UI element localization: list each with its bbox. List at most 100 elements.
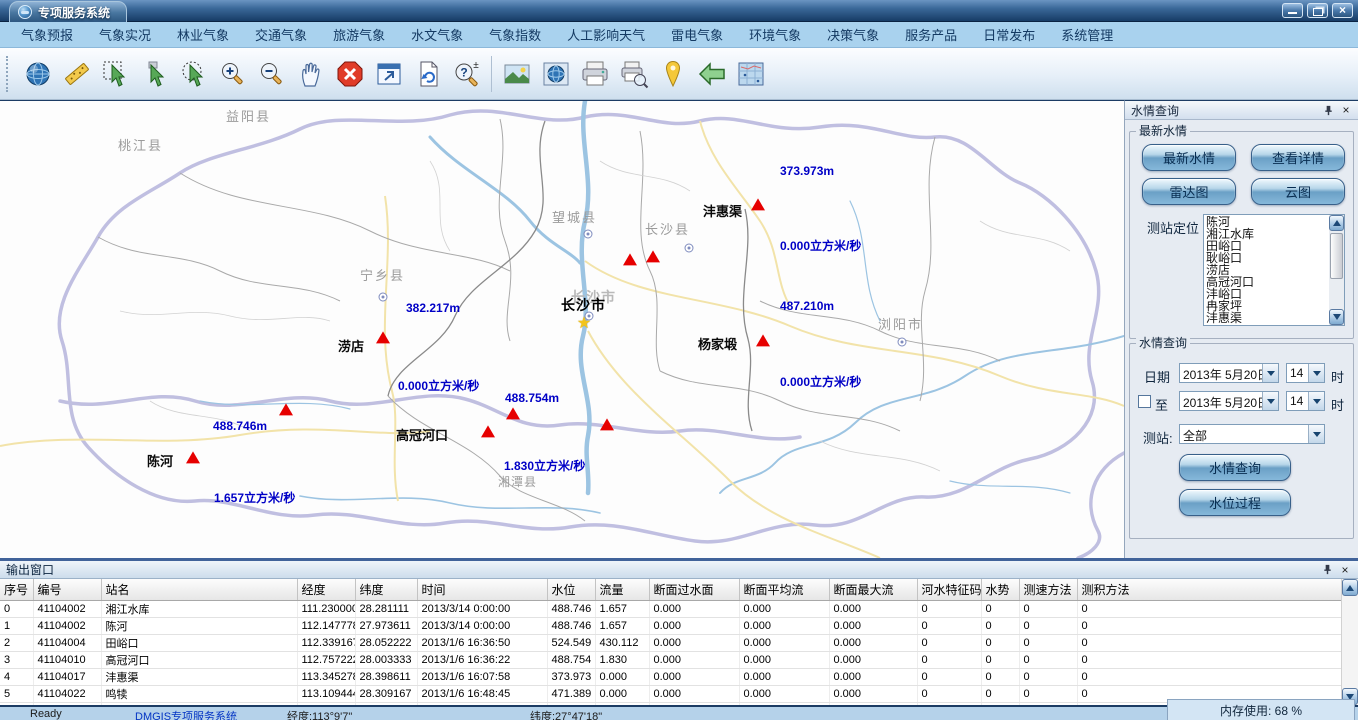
globe-window-icon[interactable] <box>536 54 575 94</box>
scroll-down-button[interactable] <box>1329 309 1344 325</box>
print-preview-icon[interactable] <box>614 54 653 94</box>
menu-item-14[interactable]: 系统管理 <box>1048 25 1126 44</box>
listbox-scrollbar[interactable] <box>1329 215 1344 325</box>
hour-from-picker[interactable]: 14 <box>1286 363 1325 383</box>
column-header[interactable]: 河水特征码 <box>917 579 981 600</box>
water-level-process-button[interactable]: 水位过程 <box>1179 489 1291 516</box>
station-marker-icon <box>506 407 520 419</box>
dropdown-arrow-icon[interactable] <box>1308 425 1324 443</box>
measure-icon[interactable] <box>57 54 96 94</box>
table-cell: 0.000 <box>829 668 917 685</box>
toolbar-grip[interactable] <box>6 56 12 92</box>
column-header[interactable]: 水势 <box>981 579 1019 600</box>
radar-chart-button[interactable]: 雷达图 <box>1142 178 1236 205</box>
menu-item-13[interactable]: 日常发布 <box>970 25 1048 44</box>
stop-icon[interactable] <box>330 54 369 94</box>
latest-water-button[interactable]: 最新水情 <box>1142 144 1236 171</box>
column-header[interactable]: 断面最大流 <box>829 579 917 600</box>
column-header[interactable]: 流量 <box>595 579 649 600</box>
output-window: 输出窗口 × 序号编号站名经度纬度时间水位流量断面过水面断面平均流断面最大流河水… <box>0 558 1358 705</box>
station-listbox[interactable]: 陈河湘江水库田峪口耿峪口涝店高冠河口沣峪口冉家坪沣惠渠 <box>1203 214 1345 326</box>
menu-item-1[interactable]: 气象预报 <box>8 25 86 44</box>
cloud-image-button[interactable]: 云图 <box>1251 178 1345 205</box>
close-button[interactable] <box>1332 3 1353 18</box>
column-header[interactable]: 断面平均流 <box>739 579 829 600</box>
column-header[interactable]: 经度 <box>297 579 355 600</box>
select-arrow-icon[interactable] <box>135 54 174 94</box>
column-header[interactable]: 水位 <box>547 579 595 600</box>
globe-icon[interactable] <box>18 54 57 94</box>
menu-item-2[interactable]: 气象实况 <box>86 25 164 44</box>
star-marker-icon: ★ <box>577 313 591 333</box>
column-header[interactable]: 序号 <box>0 579 33 600</box>
dropdown-arrow-icon[interactable] <box>1308 364 1324 382</box>
view-details-button[interactable]: 查看详情 <box>1251 144 1345 171</box>
refresh-icon[interactable] <box>408 54 447 94</box>
table-cell: 0 <box>981 668 1019 685</box>
menu-item-11[interactable]: 决策气象 <box>814 25 892 44</box>
menu-item-4[interactable]: 交通气象 <box>242 25 320 44</box>
table-cell: 0 <box>1019 600 1077 617</box>
table-row[interactable]: 141104002陈河112.14777827.9736112013/3/14 … <box>0 617 1341 634</box>
close-icon[interactable]: × <box>1338 563 1352 577</box>
table-cell: 0 <box>1077 617 1341 634</box>
column-header[interactable]: 编号 <box>33 579 101 600</box>
table-cell: 1.657 <box>595 600 649 617</box>
dropdown-arrow-icon[interactable] <box>1262 364 1278 382</box>
dropdown-arrow-icon[interactable] <box>1262 392 1278 410</box>
zoom-in-icon[interactable] <box>213 54 252 94</box>
menu-item-7[interactable]: 气象指数 <box>476 25 554 44</box>
column-header[interactable]: 测速方法 <box>1019 579 1077 600</box>
pin-icon[interactable] <box>1321 103 1335 117</box>
station-label: 陈河 <box>147 451 173 470</box>
water-query-button[interactable]: 水情查询 <box>1179 454 1291 481</box>
scroll-up-button[interactable] <box>1329 215 1344 231</box>
measurement-label: 0.000立方米/秒 <box>780 373 861 390</box>
print-icon[interactable] <box>575 54 614 94</box>
date-to-picker[interactable]: 2013年 5月20日 <box>1179 391 1279 411</box>
column-header[interactable]: 时间 <box>417 579 547 600</box>
menu-item-8[interactable]: 人工影响天气 <box>554 25 658 44</box>
close-icon[interactable]: × <box>1339 103 1353 117</box>
minimize-button[interactable] <box>1282 3 1303 18</box>
measurement-label: 1.657立方米/秒 <box>214 489 295 506</box>
menu-item-6[interactable]: 水文气象 <box>398 25 476 44</box>
column-header[interactable]: 纬度 <box>355 579 417 600</box>
list-item[interactable]: 沣惠渠 <box>1206 312 1328 324</box>
table-row[interactable]: 541104022鸣犊113.10944428.3091672013/1/6 1… <box>0 685 1341 702</box>
date-from-picker[interactable]: 2013年 5月20日 <box>1179 363 1279 383</box>
menu-item-9[interactable]: 雷电气象 <box>658 25 736 44</box>
column-header[interactable]: 站名 <box>101 579 297 600</box>
to-date-checkbox[interactable] <box>1138 395 1151 408</box>
menu-item-10[interactable]: 环境气象 <box>736 25 814 44</box>
select-circle-icon[interactable] <box>174 54 213 94</box>
restore-button[interactable] <box>1307 3 1328 18</box>
zoom-out-icon[interactable] <box>252 54 291 94</box>
table-scrollbar[interactable] <box>1341 579 1358 705</box>
image-icon[interactable] <box>497 54 536 94</box>
overview-map-icon[interactable] <box>731 54 770 94</box>
station-select[interactable]: 全部 <box>1179 424 1325 444</box>
pan-icon[interactable] <box>291 54 330 94</box>
table-row[interactable]: 341104010高冠河口112.75722228.0033332013/1/6… <box>0 651 1341 668</box>
window-resize-icon[interactable] <box>369 54 408 94</box>
identify-icon[interactable]: ?± <box>447 54 486 94</box>
scrollbar-thumb[interactable] <box>1330 233 1343 279</box>
back-icon[interactable] <box>692 54 731 94</box>
map-canvas[interactable]: 益阳县桃江县宁乡县望城县长沙县浏阳市湘潭县长沙市长沙市沣惠渠涝店杨家塅高冠河口陈… <box>0 100 1124 558</box>
column-header[interactable]: 断面过水面 <box>649 579 739 600</box>
select-area-icon[interactable] <box>96 54 135 94</box>
location-pin-icon[interactable] <box>653 54 692 94</box>
column-header[interactable]: 测积方法 <box>1077 579 1341 600</box>
scroll-up-button[interactable] <box>1342 579 1358 596</box>
table-row[interactable]: 241104004田峪口112.33916728.0522222013/1/6 … <box>0 634 1341 651</box>
table-row[interactable]: 041104002湘江水库111.23000028.2811112013/3/1… <box>0 600 1341 617</box>
menu-item-12[interactable]: 服务产品 <box>892 25 970 44</box>
menu-item-5[interactable]: 旅游气象 <box>320 25 398 44</box>
menu-item-3[interactable]: 林业气象 <box>164 25 242 44</box>
dropdown-arrow-icon[interactable] <box>1308 392 1324 410</box>
pin-icon[interactable] <box>1320 563 1334 577</box>
table-row[interactable]: 441104017沣惠渠113.34527828.3986112013/1/6 … <box>0 668 1341 685</box>
table-cell: 1 <box>0 617 33 634</box>
hour-to-picker[interactable]: 14 <box>1286 391 1325 411</box>
